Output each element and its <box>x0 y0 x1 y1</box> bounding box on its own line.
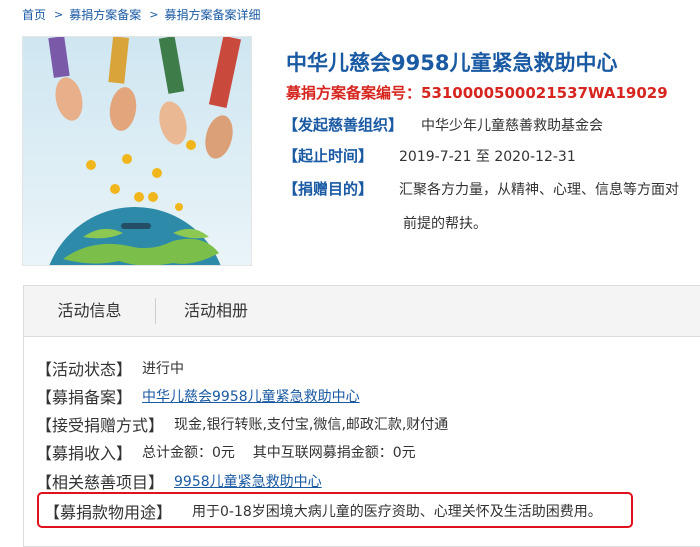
period-row: 【起止时间】 2019-7-21 至 2020-12-31 <box>283 145 576 166</box>
usage-highlight-box <box>37 492 633 528</box>
period-label: 【起止时间】 <box>283 147 374 165</box>
breadcrumb-separator: > <box>149 7 159 21</box>
filing-row: 【募捐备案】 中华儿慈会9958儿童紧急救助中心 <box>36 384 360 408</box>
project-label: 【相关慈善项目】 <box>36 473 165 492</box>
methods-row: 【接受捐赠方式】 现金,银行转账,支付宝,微信,邮政汇款,财付通 <box>36 412 448 436</box>
breadcrumb-filing-list[interactable]: 募捐方案备案 <box>69 6 141 23</box>
income-row: 【募捐收入】 总计金额：0元 其中互联网募捐金额：0元 <box>36 440 416 464</box>
income-value: 总计金额：0元 其中互联网募捐金额：0元 <box>142 445 416 461</box>
tab-activity-info[interactable]: 活动信息 <box>24 286 155 336</box>
breadcrumb-home[interactable]: 首页 <box>22 6 46 23</box>
project-row: 【相关慈善项目】 9958儿童紧急救助中心 <box>36 469 322 493</box>
organizer-label: 【发起慈善组织】 <box>283 116 404 134</box>
breadcrumb-filing-detail[interactable]: 募捐方案备案详细 <box>164 6 260 23</box>
purpose-row: 【捐赠目的】 汇聚各方力量，从精神、心理、信息等方面对 <box>283 178 679 199</box>
purpose-value: 汇聚各方力量，从精神、心理、信息等方面对 <box>399 181 680 198</box>
methods-value: 现金,银行转账,支付宝,微信,邮政汇款,财付通 <box>174 417 449 433</box>
project-title: 中华儿慈会9958儿童紧急救助中心 <box>286 51 618 75</box>
income-label: 【募捐收入】 <box>36 444 133 463</box>
methods-label: 【接受捐赠方式】 <box>36 416 165 435</box>
purpose-value-continued: 前提的帮扶。 <box>403 216 487 232</box>
charity-hands-illustration <box>23 37 251 265</box>
purpose-label: 【捐赠目的】 <box>283 180 374 198</box>
period-value: 2019-7-21 至 2020-12-31 <box>399 148 576 165</box>
status-label: 【活动状态】 <box>36 360 133 379</box>
registration-number: 募捐方案备案编号：5310000500021537WA19029 <box>286 84 668 102</box>
breadcrumb: 首页 > 募捐方案备案 > 募捐方案备案详细 <box>22 5 260 23</box>
filing-label: 【募捐备案】 <box>36 388 133 407</box>
breadcrumb-separator: > <box>54 7 64 21</box>
tab-bar: 活动信息 活动相册 <box>24 286 700 337</box>
status-value: 进行中 <box>142 361 185 377</box>
status-row: 【活动状态】 进行中 <box>36 356 184 380</box>
tab-activity-album[interactable]: 活动相册 <box>156 286 276 336</box>
project-cover-image <box>22 36 252 266</box>
project-link[interactable]: 9958儿童紧急救助中心 <box>174 471 322 491</box>
organizer-row: 【发起慈善组织】 中华少年儿童慈善救助基金会 <box>283 114 603 135</box>
organizer-value: 中华少年儿童慈善救助基金会 <box>421 117 604 134</box>
filing-link[interactable]: 中华儿慈会9958儿童紧急救助中心 <box>142 386 360 406</box>
